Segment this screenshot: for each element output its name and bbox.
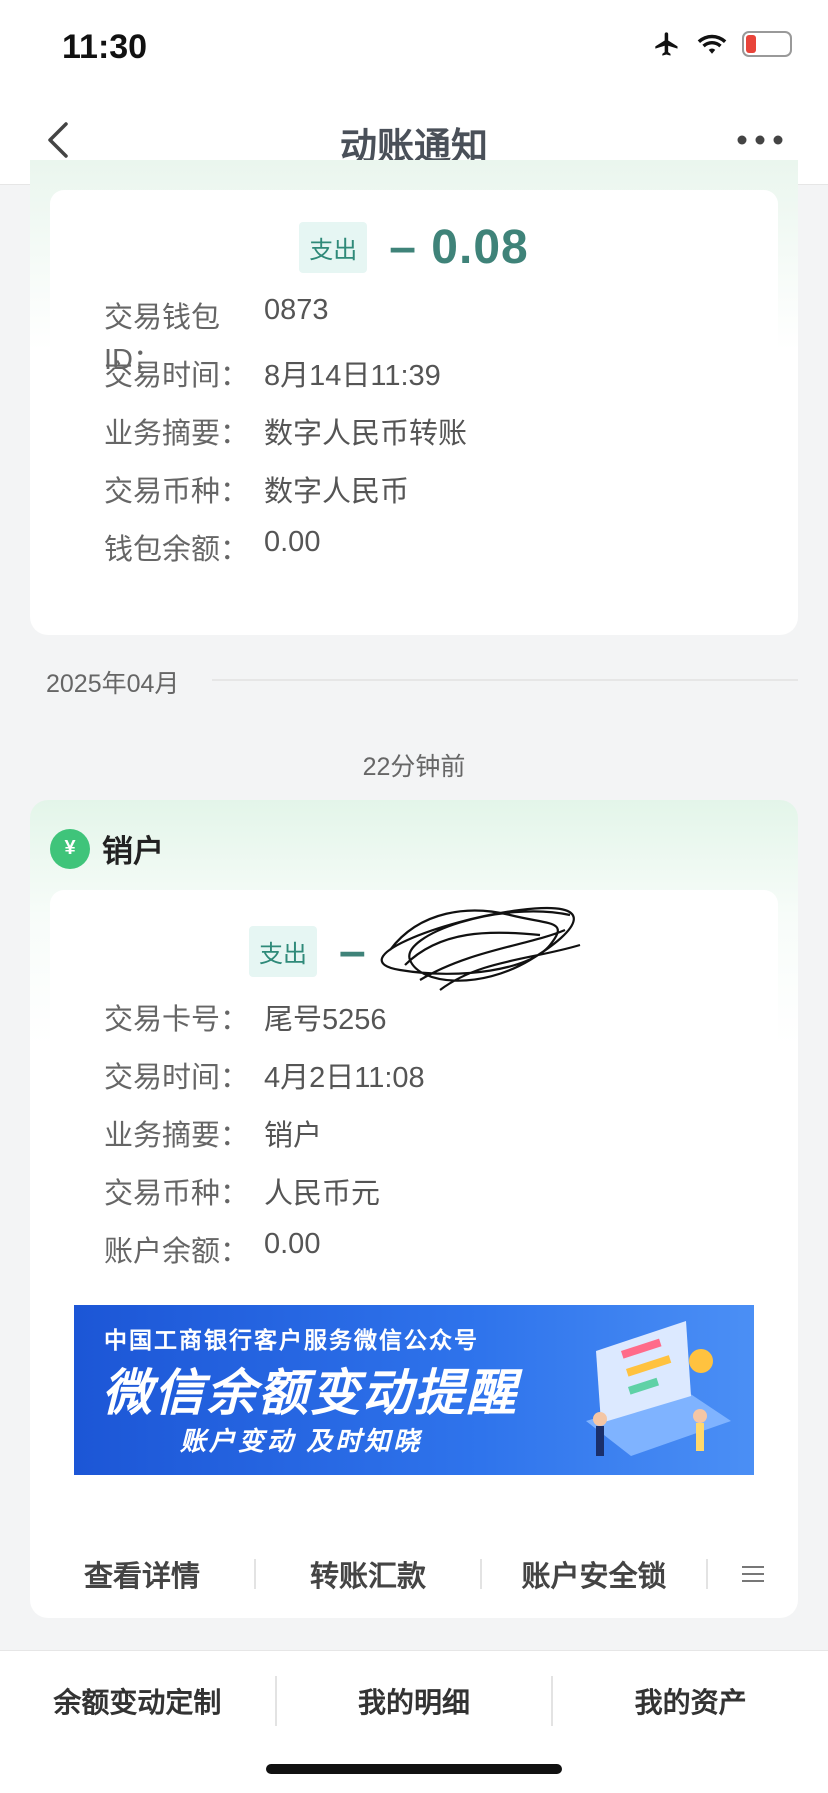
notice-card[interactable]: 支出 – 0.08 交易钱包ID： 0873 交易时间： 8月14日11:39 业务…	[30, 160, 798, 635]
balance-alert-settings-button[interactable]: 余额变动定制	[0, 1681, 275, 1721]
detail-label: 业务摘要：	[104, 418, 250, 450]
detail-label: 业务摘要：	[104, 1120, 250, 1152]
home-indicator[interactable]	[266, 1764, 562, 1774]
my-details-button[interactable]: 我的明细	[277, 1681, 552, 1721]
month-divider-label: 2025年04月	[46, 670, 180, 698]
banner-tagline: 账户变动 及时知晓	[180, 1426, 423, 1456]
transfer-button[interactable]: 转账汇款	[256, 1553, 480, 1595]
wifi-icon	[697, 34, 727, 54]
detail-label: 交易时间：	[104, 1062, 250, 1094]
card-header: ¥ 销户	[50, 826, 164, 871]
detail-value: 0.00	[264, 1228, 321, 1260]
detail-row-summary: 业务摘要： 数字人民币转账	[104, 410, 467, 452]
detail-value: 尾号5256	[264, 1004, 387, 1036]
amount-row: 支出 – 0.08	[50, 220, 778, 275]
detail-value: 人民币元	[264, 1178, 381, 1210]
detail-label: 交易币种：	[104, 1178, 250, 1210]
banner-subtitle: 中国工商银行客户服务微信公众号	[104, 1327, 479, 1353]
account-lock-button[interactable]: 账户安全锁	[482, 1553, 706, 1595]
expense-tag: 支出	[299, 222, 368, 273]
detail-value: 0.00	[264, 526, 321, 558]
expense-tag: 支出	[249, 926, 317, 977]
detail-value: 4月2日11:08	[264, 1062, 425, 1094]
month-divider-line	[212, 679, 798, 681]
detail-row-time: 交易时间： 4月2日11:08	[104, 1054, 425, 1096]
card-actions: 查看详情 转账汇款 账户安全锁	[30, 1530, 798, 1618]
battery-level: 12	[756, 34, 778, 54]
my-assets-button[interactable]: 我的资产	[553, 1681, 828, 1721]
detail-row-time: 交易时间： 8月14日11:39	[104, 352, 441, 394]
bottom-menu-items: 余额变动定制 我的明细 我的资产	[0, 1651, 828, 1751]
detail-row-card-number: 交易卡号： 尾号5256	[104, 996, 387, 1038]
status-icons: 12	[652, 30, 792, 58]
notice-detail: 支出 – 0.08 交易钱包ID： 0873 交易时间： 8月14日11:39 业务…	[50, 190, 778, 610]
menu-icon	[742, 1566, 764, 1582]
detail-value: 数字人民币转账	[264, 418, 468, 450]
more-icon[interactable]	[736, 128, 784, 152]
detail-label: 钱包余额：	[104, 534, 250, 566]
airplane-icon	[655, 32, 678, 56]
message-timestamp: 22分钟前	[362, 753, 466, 781]
promo-banner[interactable]: 中国工商银行客户服务微信公众号 微信余额变动提醒 账户变动 及时知晓	[74, 1305, 754, 1475]
notice-card[interactable]: ¥ 销户 支出 – 交易卡号： 尾号5256 交易时间： 4月2日11:08 业务摘…	[30, 800, 798, 1618]
banner-title: 微信余额变动提醒	[102, 1365, 518, 1421]
view-details-button[interactable]: 查看详情	[30, 1553, 254, 1595]
detail-label: 交易时间：	[104, 360, 250, 392]
detail-value: 8月14日11:39	[264, 360, 441, 392]
redaction-scribble	[380, 906, 581, 991]
menu-button[interactable]	[708, 1564, 798, 1584]
status-time: 11:30	[62, 28, 148, 66]
notice-detail: 支出 – 交易卡号： 尾号5256 交易时间： 4月2日11:08 业务摘要： 销户 …	[50, 890, 778, 1530]
status-bar: 11:30 12	[0, 0, 828, 96]
detail-row-balance: 账户余额： 0.00	[104, 1228, 320, 1270]
detail-row-currency: 交易币种： 人民币元	[104, 1170, 380, 1212]
detail-value: 销户	[264, 1120, 323, 1152]
detail-row-currency: 交易币种： 数字人民币	[104, 468, 409, 510]
battery-icon: 12	[742, 31, 792, 57]
detail-label: 交易卡号：	[104, 1004, 250, 1036]
detail-row-balance: 钱包余额： 0.00	[104, 526, 320, 568]
detail-row-summary: 业务摘要： 销户	[104, 1112, 322, 1154]
detail-value: 数字人民币	[264, 476, 410, 508]
card-title: 销户	[102, 834, 164, 869]
detail-label: 交易币种：	[104, 476, 250, 508]
laptop-illustration-icon	[586, 1321, 731, 1456]
detail-label: 账户余额：	[104, 1236, 250, 1268]
yuan-logo-icon: ¥	[50, 828, 90, 869]
amount: – 0.08	[389, 221, 529, 274]
